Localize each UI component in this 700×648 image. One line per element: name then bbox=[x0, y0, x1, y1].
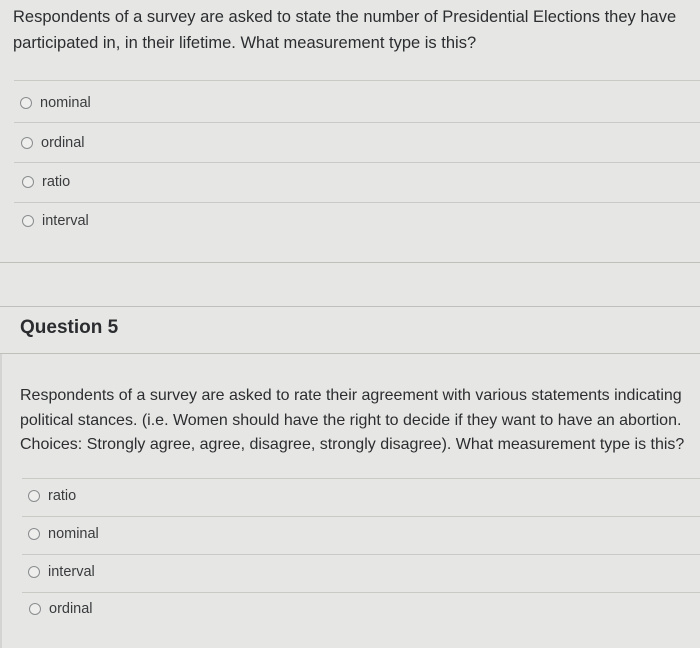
divider bbox=[14, 80, 700, 81]
option-label: ratio bbox=[42, 174, 71, 190]
q5-option-nominal[interactable]: nominal bbox=[28, 526, 99, 542]
option-label: nominal bbox=[40, 95, 91, 111]
q5-option-ratio[interactable]: ratio bbox=[28, 488, 76, 504]
question-5-header: Question 5 bbox=[20, 317, 119, 338]
divider bbox=[22, 478, 700, 479]
q4-option-nominal[interactable]: nominal bbox=[20, 95, 91, 111]
divider bbox=[14, 162, 700, 163]
radio-button-icon[interactable] bbox=[28, 528, 40, 540]
q4-option-ratio[interactable]: ratio bbox=[22, 174, 70, 190]
question-4-text: Respondents of a survey are asked to sta… bbox=[13, 8, 677, 52]
radio-button-icon[interactable] bbox=[22, 176, 34, 188]
radio-button-icon[interactable] bbox=[29, 603, 41, 615]
divider bbox=[14, 122, 700, 123]
q4-option-interval[interactable]: interval bbox=[22, 213, 89, 229]
divider bbox=[22, 554, 700, 555]
option-label: ordinal bbox=[41, 135, 85, 151]
option-label: nominal bbox=[48, 526, 99, 542]
option-label: interval bbox=[42, 213, 89, 229]
radio-button-icon[interactable] bbox=[21, 137, 33, 149]
radio-button-icon[interactable] bbox=[20, 97, 32, 109]
radio-button-icon[interactable] bbox=[22, 215, 34, 227]
question-5-text: Respondents of a survey are asked to rat… bbox=[20, 387, 685, 453]
radio-button-icon[interactable] bbox=[28, 566, 40, 578]
divider bbox=[22, 516, 700, 517]
option-label: ratio bbox=[48, 488, 77, 504]
q5-option-interval[interactable]: interval bbox=[28, 564, 95, 580]
option-label: ordinal bbox=[49, 601, 93, 617]
divider bbox=[14, 202, 700, 203]
option-label: interval bbox=[48, 564, 95, 580]
divider bbox=[22, 592, 700, 593]
section-divider bbox=[0, 262, 700, 263]
q4-option-ordinal[interactable]: ordinal bbox=[21, 135, 85, 151]
q5-option-ordinal[interactable]: ordinal bbox=[29, 601, 93, 617]
section-divider bbox=[0, 306, 700, 307]
radio-button-icon[interactable] bbox=[28, 490, 40, 502]
